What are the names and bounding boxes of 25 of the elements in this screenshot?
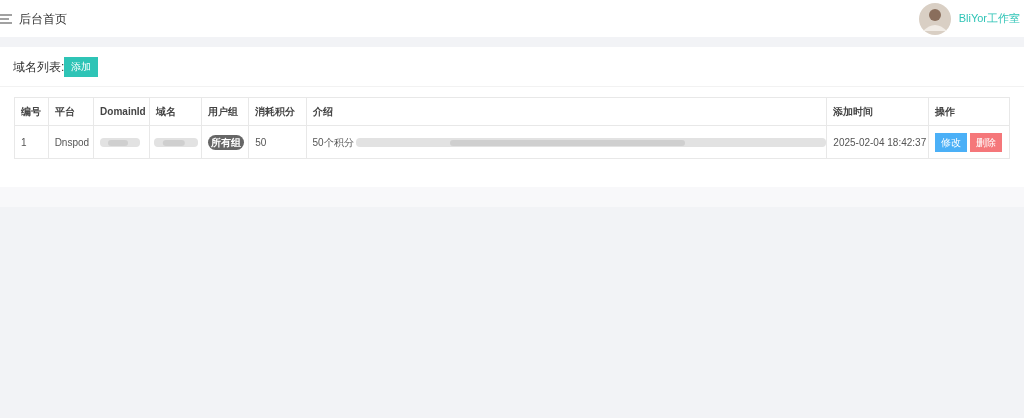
column-header: 介绍	[312, 105, 333, 119]
table-cell-text: 2025-02-04 18:42:37	[833, 135, 927, 150]
redacted-blur-drawing	[154, 135, 199, 149]
add-button[interactable]: 添加	[64, 56, 99, 77]
table-cell-text: 1	[21, 135, 27, 150]
delete-button[interactable]: 删除	[970, 132, 1003, 152]
page-title: 后台首页	[19, 10, 67, 28]
table-cell-text: 50个积分	[312, 135, 354, 150]
column-header: 操作	[935, 105, 955, 119]
redacted-blur-drawing	[100, 135, 141, 149]
column-header: 域名	[156, 105, 177, 119]
table-cell-text: 50	[255, 135, 267, 150]
panel-title: 域名列表:	[13, 58, 65, 76]
column-header: 平台	[54, 105, 75, 119]
column-header: 消耗积分	[255, 105, 296, 119]
column-header: 添加时间	[833, 105, 874, 119]
column-header: 编号	[21, 105, 41, 119]
avatar[interactable]	[918, 2, 951, 35]
group-badge: 所有组	[207, 134, 244, 150]
menu-icon[interactable]	[0, 13, 12, 24]
column-header: DomainId	[100, 105, 146, 119]
column-header: 用户组	[207, 105, 238, 119]
user-name[interactable]: BliYor工作室	[958, 10, 1020, 27]
edit-button[interactable]: 修改	[935, 132, 968, 152]
table-cell-text: Dnspod	[54, 135, 90, 150]
